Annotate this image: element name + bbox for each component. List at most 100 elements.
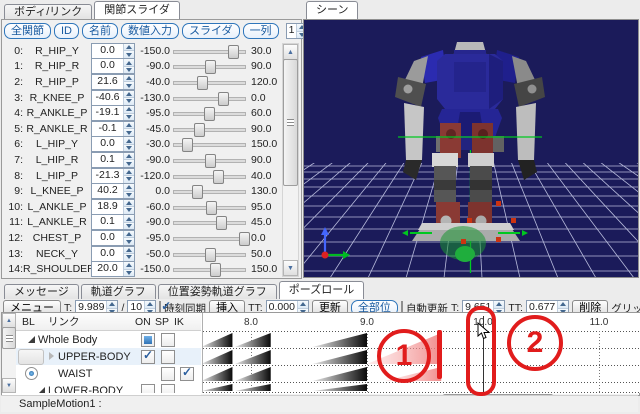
tree-row-waist[interactable]: WAIST	[16, 365, 201, 382]
joint-value-spinbox[interactable]: -19.1	[91, 105, 135, 121]
spin-down-icon[interactable]	[124, 50, 134, 58]
slider-thumb[interactable]	[205, 60, 216, 74]
joint-slider[interactable]	[171, 106, 248, 120]
scrollbar-thumb[interactable]	[2, 327, 16, 349]
expander-open-icon[interactable]	[28, 336, 35, 343]
spin-value[interactable]: -40.6	[92, 91, 123, 105]
pose-marker[interactable]	[235, 333, 271, 347]
spin-down-icon[interactable]	[124, 66, 134, 74]
ik-checkbox[interactable]	[180, 367, 194, 381]
joint-value-spinbox[interactable]: -21.3	[91, 168, 135, 184]
slider-thumb[interactable]	[239, 232, 250, 246]
tree-column-header[interactable]: ON	[135, 316, 151, 328]
joint-value-spinbox[interactable]: 40.2	[91, 183, 135, 199]
joint-value-spinbox[interactable]: 20.0	[91, 261, 135, 277]
pose-marker[interactable]	[235, 367, 271, 381]
joint-toolbar-button[interactable]: 全関節	[4, 23, 51, 39]
pose-marker-selected[interactable]	[384, 367, 441, 381]
slider-thumb[interactable]	[218, 92, 229, 106]
tree-column-header[interactable]: リンク	[48, 314, 80, 329]
spin-value[interactable]: 0.0	[92, 44, 123, 58]
sp-checkbox[interactable]	[161, 350, 175, 364]
joint-value-spinbox[interactable]: 0.1	[91, 152, 135, 168]
joint-slider[interactable]	[171, 231, 248, 245]
tab-scene[interactable]: シーン	[306, 1, 358, 19]
tree-row-upper-body[interactable]: UPPER-BODY	[16, 348, 201, 365]
tab-bottom-3[interactable]: ポーズロール	[279, 281, 364, 299]
slider-thumb[interactable]	[206, 201, 217, 215]
slider-thumb[interactable]	[197, 76, 208, 90]
slider-thumb[interactable]	[204, 107, 215, 121]
pose-marker[interactable]	[203, 384, 232, 391]
joint-slider[interactable]	[171, 184, 248, 198]
spin-down-icon[interactable]	[124, 144, 134, 152]
joint-value-spinbox[interactable]: 0.0	[91, 230, 135, 246]
joint-slider[interactable]	[171, 169, 248, 183]
joint-value-spinbox[interactable]: -0.1	[91, 121, 135, 137]
spin-value[interactable]: 0.0	[92, 59, 123, 73]
spin-down-icon[interactable]	[124, 97, 134, 105]
scroll-down-icon[interactable]: ▼	[2, 378, 16, 393]
joint-toolbar-button[interactable]: 数値入力	[121, 23, 179, 39]
spin-value[interactable]: 0.0	[92, 137, 123, 151]
slider-thumb[interactable]	[205, 248, 216, 262]
slider-thumb[interactable]	[205, 154, 216, 168]
spin-value[interactable]: -0.1	[92, 122, 123, 136]
scroll-down-icon[interactable]: ▼	[283, 260, 298, 276]
joint-slider[interactable]	[171, 59, 248, 73]
spin-value[interactable]: 0.1	[92, 215, 123, 229]
joint-toolbar-button[interactable]: ID	[54, 23, 79, 39]
joint-value-spinbox[interactable]: 0.0	[91, 136, 135, 152]
spin-value[interactable]: 40.2	[92, 184, 123, 198]
joint-value-spinbox[interactable]: 18.9	[91, 199, 135, 215]
pose-marker[interactable]	[235, 350, 271, 364]
joint-slider[interactable]	[171, 137, 248, 151]
spin-down-icon[interactable]	[124, 159, 134, 167]
tree-scrollbar[interactable]: ▲ ▼	[2, 313, 17, 393]
joint-slider[interactable]	[171, 44, 248, 58]
spin-value[interactable]: -19.1	[92, 106, 123, 120]
joint-value-spinbox[interactable]: -40.6	[91, 90, 135, 106]
expander-closed-icon[interactable]	[49, 352, 54, 360]
tab-body-link[interactable]: ボディ/リンク	[4, 4, 92, 19]
joint-value-spinbox[interactable]: 21.6	[91, 74, 135, 90]
slider-thumb[interactable]	[194, 123, 205, 137]
tree-row-whole-body[interactable]: Whole Body	[16, 331, 201, 348]
tree-row-label[interactable]: LOWER-BODY	[48, 385, 123, 394]
slider-thumb[interactable]	[210, 263, 221, 277]
joint-toolbar-button[interactable]: スライダ	[182, 23, 240, 39]
joint-value-spinbox[interactable]: 0.1	[91, 214, 135, 230]
timeline[interactable]: 8.09.010.011.0	[202, 313, 640, 393]
joint-slider[interactable]	[171, 75, 248, 89]
spin-down-icon[interactable]	[124, 128, 134, 136]
tab-bottom-2[interactable]: 位置姿勢軌道グラフ	[158, 284, 277, 299]
joint-list-scrollbar[interactable]: ▲ ▼	[282, 43, 299, 277]
tree-row-label[interactable]: Whole Body	[38, 334, 97, 346]
pose-marker[interactable]	[312, 350, 367, 364]
joint-slider[interactable]	[171, 200, 248, 214]
on-checkbox[interactable]	[141, 333, 155, 347]
joint-value-spinbox[interactable]: 0.0	[91, 246, 135, 262]
scene-viewport[interactable]	[303, 19, 639, 278]
spin-down-icon[interactable]	[124, 81, 134, 89]
sp-checkbox[interactable]	[161, 367, 175, 381]
tree-row-lower-body[interactable]: LOWER-BODY	[16, 382, 201, 393]
joint-value-spinbox[interactable]: 0.0	[91, 58, 135, 74]
pose-marker[interactable]	[203, 333, 232, 347]
spin-value[interactable]: 0.0	[92, 247, 123, 261]
scroll-up-icon[interactable]: ▲	[283, 44, 298, 60]
pose-marker[interactable]	[203, 367, 232, 381]
spin-value[interactable]: 0.1	[92, 153, 123, 167]
sp-checkbox[interactable]	[161, 333, 175, 347]
spin-value[interactable]: 0.0	[92, 231, 123, 245]
tab-joint-slider[interactable]: 関節スライダ	[94, 1, 180, 19]
scrollbar-thumb[interactable]	[283, 59, 298, 186]
joint-value-spinbox[interactable]: 0.0	[91, 43, 135, 59]
pose-marker[interactable]	[312, 367, 367, 381]
scroll-up-icon[interactable]: ▲	[2, 313, 16, 328]
on-checkbox[interactable]	[141, 384, 155, 393]
joint-slider[interactable]	[171, 262, 248, 276]
sp-checkbox[interactable]	[161, 384, 175, 393]
slider-thumb[interactable]	[213, 170, 224, 184]
spin-value[interactable]: 18.9	[92, 200, 123, 214]
